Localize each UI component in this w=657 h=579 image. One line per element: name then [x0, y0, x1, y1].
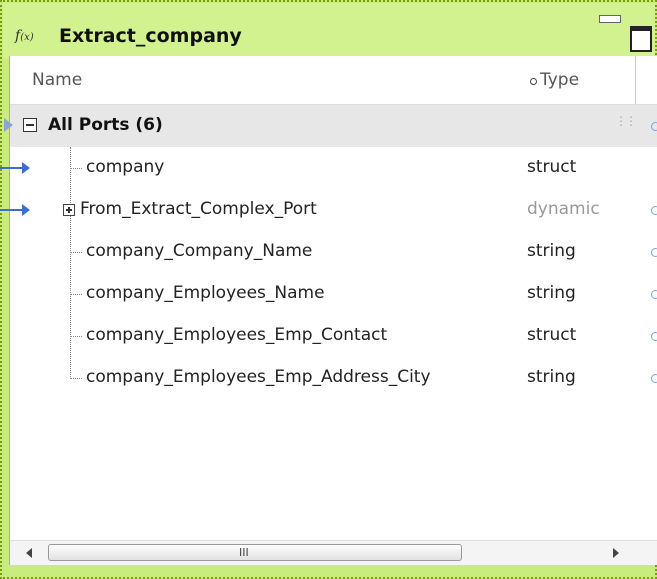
port-type: string	[527, 283, 576, 303]
expand-toggle-icon[interactable]	[63, 204, 75, 216]
output-port-circle-icon[interactable]	[651, 206, 657, 215]
table-row[interactable]: company struct	[0, 147, 657, 189]
table-row[interactable]: company_Employees_Emp_Contact struct	[10, 315, 657, 357]
table-row[interactable]: company_Employees_Name string	[10, 273, 657, 315]
scroll-thumb[interactable]: III	[48, 544, 462, 561]
output-port-circle-icon[interactable]	[651, 290, 657, 299]
port-name: From_Extract_Complex_Port	[80, 199, 317, 219]
scroll-right-arrow-icon[interactable]	[613, 548, 619, 558]
scroll-left-arrow-icon[interactable]	[26, 548, 32, 558]
output-port-circle-icon[interactable]	[651, 248, 657, 257]
output-port-circle-icon[interactable]	[651, 332, 657, 341]
minimize-button[interactable]	[599, 15, 621, 23]
collapse-toggle-icon[interactable]	[23, 118, 37, 132]
table-header: Name Type	[10, 56, 657, 105]
column-divider	[635, 56, 636, 104]
output-port-circle-icon[interactable]	[651, 122, 657, 131]
tree-branch-line	[70, 294, 82, 295]
tree-branch-line	[70, 336, 82, 337]
window-title: Extract_company	[59, 25, 242, 47]
port-type: string	[527, 367, 576, 387]
group-label: All Ports (6)	[48, 115, 163, 135]
table-row[interactable]: From_Extract_Complex_Port dynamic	[0, 189, 657, 231]
grip-dots-icon[interactable]: ⋮⋮	[615, 115, 637, 127]
group-input-triangle-icon	[4, 118, 13, 132]
port-type: struct	[527, 325, 577, 345]
input-link-arrow-icon	[0, 162, 30, 174]
maximize-button[interactable]	[630, 26, 652, 52]
tree-branch-line	[70, 378, 82, 379]
tree-branch-line	[70, 252, 82, 253]
horizontal-scrollbar[interactable]: III	[10, 540, 657, 565]
bottom-border	[3, 565, 655, 577]
port-name: company_Employees_Name	[86, 283, 325, 303]
function-fx-icon: f(x)	[15, 28, 34, 44]
port-type: string	[527, 241, 576, 261]
port-name: company	[86, 157, 165, 177]
column-resize-handle-icon[interactable]	[530, 78, 537, 85]
port-name: company_Employees_Emp_Contact	[86, 325, 388, 345]
port-name: company_Employees_Emp_Address_City	[86, 367, 431, 387]
table-row[interactable]: company_Employees_Emp_Address_City strin…	[10, 357, 657, 399]
column-header-type[interactable]: Type	[540, 70, 579, 90]
input-link-arrow-icon	[0, 204, 30, 216]
title-bar[interactable]: f(x) Extract_company	[3, 3, 655, 59]
table-row[interactable]: company_Company_Name string	[10, 231, 657, 273]
column-header-name[interactable]: Name	[32, 70, 82, 90]
port-type: struct	[527, 157, 577, 177]
port-name: company_Company_Name	[86, 241, 313, 261]
group-row-all-ports[interactable]: All Ports (6) ⋮⋮	[4, 105, 657, 147]
tree-branch-line	[70, 168, 82, 169]
port-type: dynamic	[527, 199, 600, 219]
output-port-circle-icon[interactable]	[651, 374, 657, 383]
scroll-grip-icon: III	[239, 546, 249, 559]
ports-panel: Name Type All Ports (6) ⋮⋮ company struc…	[0, 56, 657, 565]
